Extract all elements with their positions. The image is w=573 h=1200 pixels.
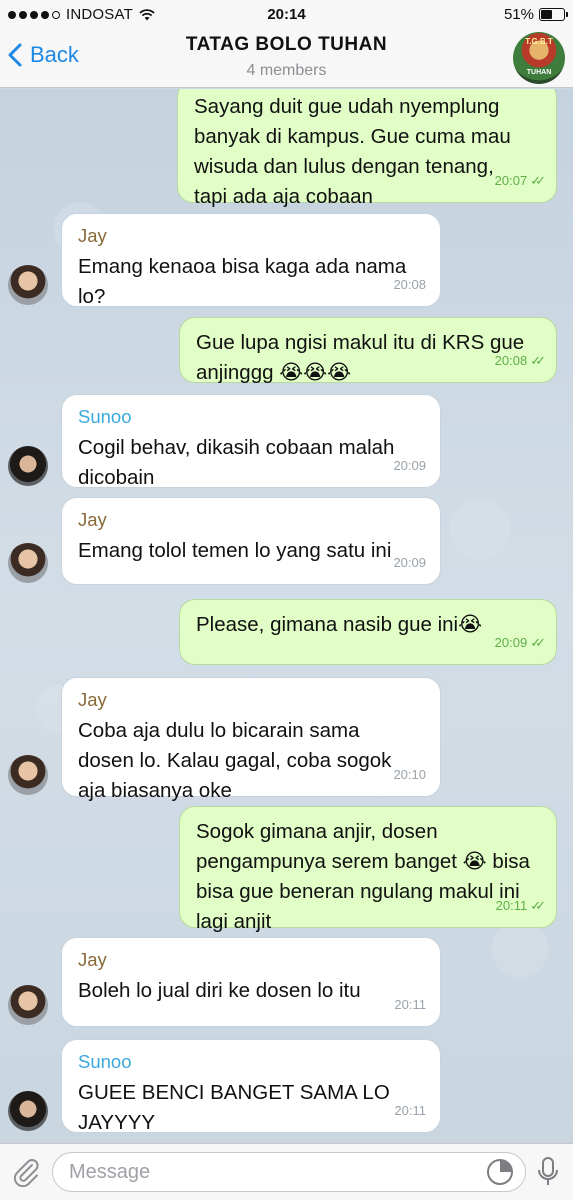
message-timestamp: 20:11 — [495, 898, 528, 913]
sender-name[interactable]: Jay — [78, 688, 424, 712]
outgoing-message[interactable]: Gue lupa ngisi makul itu di KRS gue anjin… — [179, 317, 557, 384]
message-timestamp: 20:09 — [393, 458, 426, 473]
sender-name[interactable]: Jay — [78, 948, 424, 972]
sender-name[interactable]: Sunoo — [78, 1050, 424, 1074]
message-timestamp: 20:11 — [394, 997, 426, 1012]
message-text-line: tapi ada aja cobaan — [194, 185, 373, 208]
message-text-line: wisuda dan lulus dengan tenang, — [194, 155, 494, 178]
group-avatar-text: T.G.B.T — [525, 37, 553, 46]
read-receipt-icon: ✓✓ — [530, 353, 546, 368]
battery-icon — [539, 8, 568, 21]
message-text-line: Coba aja dulu lo bicarain sama — [78, 719, 360, 742]
message-text-line: Sogok gimana anjir, dosen — [196, 820, 438, 843]
incoming-message[interactable]: Sunoo Cogil behav, dikasih cobaan malah di… — [61, 394, 441, 489]
message-timestamp: 20:09 — [494, 635, 528, 650]
chat-header: Back TATAG BOLO TUHAN 4 members T.G.B.T … — [0, 30, 573, 88]
avatar-jay[interactable] — [8, 985, 48, 1025]
incoming-message[interactable]: Jay Boleh lo jual diri ke dosen lo itu 20:… — [61, 937, 441, 1027]
message-time: 20:10 — [393, 760, 426, 790]
message-time: 20:08 — [393, 270, 426, 300]
message-timestamp: 20:11 — [394, 1103, 426, 1118]
message-list[interactable]: Sayang duit gue udah nyemplung banyak di … — [0, 89, 573, 1143]
message-text-line: lo? — [78, 285, 106, 308]
message-text-line: Boleh lo jual diri ke dosen lo itu — [78, 979, 361, 1002]
sender-name[interactable]: Jay — [78, 508, 424, 532]
composer-bar — [0, 1143, 573, 1200]
outgoing-message[interactable]: Sogok gimana anjir, dosen pengampunya ser… — [179, 806, 557, 933]
incoming-message[interactable]: Jay Emang tolol temen lo yang satu ini 20:… — [61, 497, 441, 585]
message-text-line: Sayang duit gue udah nyemplung — [194, 95, 500, 118]
message-text-line: JAYYYY — [78, 1111, 156, 1134]
read-receipt-icon: ✓✓ — [530, 635, 546, 650]
chat-title[interactable]: TATAG BOLO TUHAN — [0, 34, 573, 56]
message-time: 20:09 ✓✓ — [494, 628, 546, 658]
member-count: 4 members — [246, 62, 327, 79]
sticker-icon[interactable] — [486, 1158, 514, 1186]
incoming-message[interactable]: Jay Emang kenaoa bisa kaga ada nama lo? 20:… — [61, 213, 441, 308]
message-text-line: Emang tolol temen lo yang satu ini — [78, 539, 392, 562]
battery-percent: 51% — [503, 6, 534, 23]
message-timestamp: 20:08 — [494, 353, 528, 368]
read-receipt-icon: ✓✓ — [530, 173, 546, 188]
message-text-line: Please, gimana nasib gue ini😭 — [196, 613, 483, 636]
incoming-message[interactable]: Jay Coba aja dulu lo bicarain sama dosen l… — [61, 677, 441, 802]
message-text-line: bisa gue beneran ngulang makul ini — [196, 880, 520, 903]
avatar-sunoo[interactable] — [8, 446, 48, 486]
message-text-line: GUEE BENCI BANGET SAMA LO — [78, 1081, 390, 1104]
avatar-jay[interactable] — [8, 755, 48, 795]
message-timestamp: 20:07 — [494, 173, 528, 188]
battery-area: 51% — [503, 6, 568, 23]
status-bar: INDOSAT 20:14 51% — [0, 0, 573, 30]
message-text-line: Cogil behav, dikasih cobaan malah — [78, 436, 395, 459]
outgoing-message[interactable]: Sayang duit gue udah nyemplung banyak di … — [177, 89, 557, 208]
avatar-jay[interactable] — [8, 265, 48, 305]
message-input[interactable] — [52, 1152, 526, 1192]
avatar-jay[interactable] — [8, 543, 48, 583]
read-receipt-icon: ✓✓ — [530, 898, 546, 913]
message-text-line: dicobain — [78, 466, 155, 489]
message-text-line: aja biasanya oke — [78, 779, 232, 802]
group-avatar[interactable]: T.G.B.T TUHAN — [513, 32, 565, 84]
message-text-line: lagi anjit — [196, 910, 272, 933]
message-time: 20:11 — [394, 990, 426, 1020]
paperclip-icon[interactable] — [10, 1156, 42, 1188]
sender-name[interactable]: Jay — [78, 224, 424, 248]
message-text-line: dosen lo. Kalau gagal, coba sogok — [78, 749, 392, 772]
message-text-line: pengampunya serem banget 😭 bisa — [196, 850, 530, 873]
outgoing-message[interactable]: Please, gimana nasib gue ini😭 20:09 ✓✓ — [179, 599, 557, 665]
message-timestamp: 20:10 — [393, 767, 426, 782]
status-time: 20:14 — [267, 6, 306, 23]
avatar-sunoo[interactable] — [8, 1091, 48, 1131]
microphone-icon[interactable] — [537, 1156, 559, 1188]
message-time: 20:08 ✓✓ — [494, 346, 546, 376]
message-text-line: banyak di kampus. Gue cuma mau — [194, 125, 511, 148]
incoming-message[interactable]: Sunoo GUEE BENCI BANGET SAMA LO JAYYYY 20:1… — [61, 1039, 441, 1134]
message-time: 20:07 ✓✓ — [494, 166, 546, 196]
message-time: 20:11 ✓✓ — [495, 891, 546, 921]
sender-name[interactable]: Sunoo — [78, 405, 424, 429]
message-text-line: anjinggg 😭😭😭 — [196, 361, 352, 384]
group-avatar-text-bottom: TUHAN — [526, 69, 552, 76]
message-time: 20:11 — [394, 1096, 426, 1126]
message-timestamp: 20:09 — [393, 555, 426, 570]
battery-fill — [541, 10, 552, 19]
message-text-line: Emang kenaoa bisa kaga ada nama — [78, 255, 407, 278]
message-timestamp: 20:08 — [393, 277, 426, 292]
message-time: 20:09 — [393, 451, 426, 481]
message-text-line: Gue lupa ngisi makul itu di KRS gue — [196, 331, 525, 354]
message-time: 20:09 — [393, 548, 426, 578]
